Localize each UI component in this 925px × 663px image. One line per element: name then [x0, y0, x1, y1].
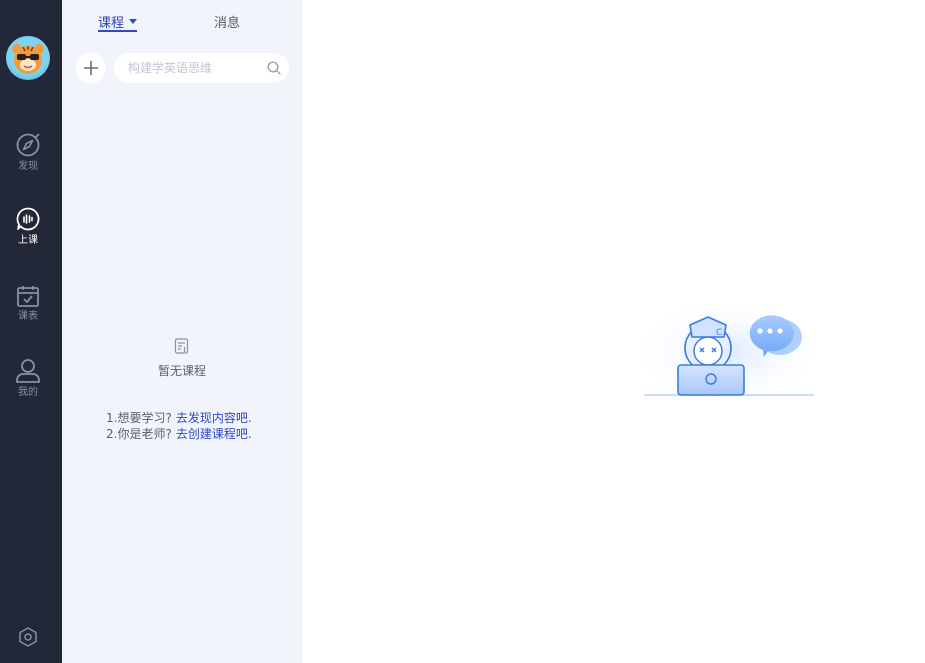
- hint-prefix: 1.想要学习?: [106, 411, 172, 425]
- rail-item-label: 我的: [18, 387, 38, 398]
- compass-icon: [16, 133, 40, 157]
- go-discover-link[interactable]: 去发现内容吧.: [176, 411, 252, 425]
- add-course-button[interactable]: [76, 53, 106, 83]
- empty-state-title: 暂无课程: [157, 364, 206, 378]
- robot-laptop-illustration: C: [640, 295, 816, 399]
- search-input[interactable]: [128, 58, 258, 78]
- rail-item-schedule[interactable]: 课表: [0, 284, 56, 323]
- rail-item-class[interactable]: 上课: [0, 206, 56, 247]
- course-panel: 课程 消息 暂无课程 1.想要学习? 去发现内容吧. 2.你是老师? 去创建课程吧.: [62, 0, 302, 663]
- document-empty-icon: [174, 338, 189, 354]
- tab-label: 课程: [98, 15, 125, 31]
- tab-label: 消息: [214, 15, 241, 31]
- rail-item-label: 发现: [18, 161, 38, 172]
- go-create-link[interactable]: 去创建课程吧.: [176, 427, 252, 441]
- calendar-check-icon: [17, 286, 39, 307]
- search-icon[interactable]: [267, 61, 281, 75]
- hint-create: 2.你是老师? 去创建课程吧.: [106, 426, 252, 442]
- hexagon-settings-icon: [19, 627, 37, 647]
- rail-item-label: 课表: [18, 311, 38, 322]
- tiger-avatar-icon: [12, 44, 44, 74]
- rail-item-label: 上课: [18, 235, 38, 246]
- hint-discover: 1.想要学习? 去发现内容吧.: [106, 410, 252, 426]
- tab-messages[interactable]: 消息: [214, 10, 240, 32]
- active-tab-underline: [98, 30, 137, 32]
- svg-text:C: C: [716, 328, 722, 338]
- user-icon: [16, 359, 40, 383]
- avatar[interactable]: [6, 36, 50, 80]
- rail-item-mine[interactable]: 我的: [0, 358, 56, 399]
- left-rail: 发现 上课 课表 我的: [0, 0, 62, 663]
- chat-wave-icon: [16, 207, 40, 231]
- search-box: [114, 53, 289, 83]
- caret-down-icon: [129, 18, 138, 24]
- hint-prefix: 2.你是老师?: [106, 427, 172, 441]
- rail-item-discover[interactable]: 发现: [0, 132, 56, 173]
- plus-icon: [84, 61, 98, 75]
- tab-courses[interactable]: 课程: [98, 10, 138, 32]
- settings-button[interactable]: [17, 626, 39, 648]
